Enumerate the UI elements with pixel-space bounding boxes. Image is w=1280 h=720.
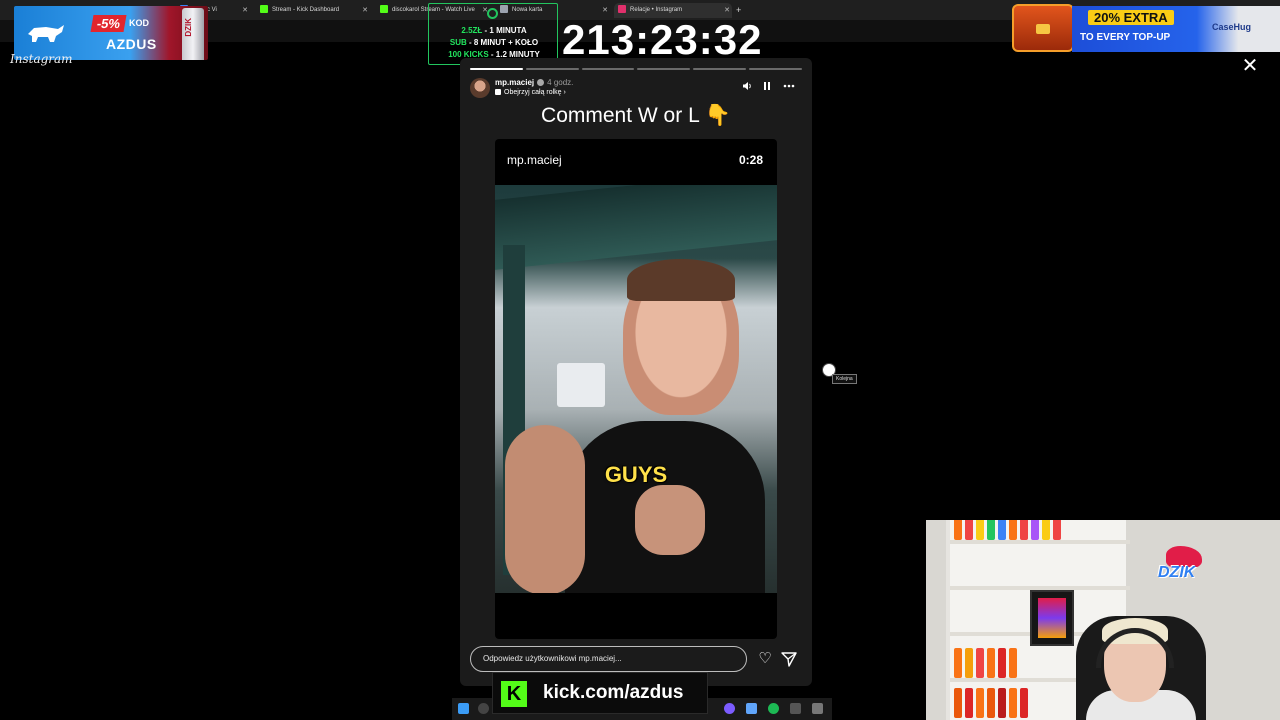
kick-favicon-icon (380, 5, 388, 14)
instagram-logo: Instagram (10, 52, 73, 66)
rate-line: 2.5ZŁ - 1 MINUTA (461, 26, 527, 35)
progress-segment (581, 68, 635, 70)
rate-line: SUB - 8 MINUT + KOŁO (449, 38, 539, 47)
dzik-logo: DZIK (1156, 546, 1212, 586)
mini-fridge (1030, 590, 1074, 646)
video-subtitle: GUYS (604, 462, 668, 487)
more-icon[interactable] (782, 81, 796, 95)
kick-banner: K kick.com/azdus (492, 672, 708, 714)
reel-video-frame: GUYS (495, 185, 777, 593)
truck (557, 363, 605, 407)
promo-kod-label: KOD (129, 18, 149, 28)
tab-close-icon[interactable]: ✕ (362, 3, 368, 18)
person-fist (635, 485, 705, 555)
heart-icon[interactable]: ♡ (756, 650, 774, 668)
energy-drink-can: DZIK (182, 8, 204, 60)
story-progress (470, 68, 802, 70)
bottles-row (954, 520, 1061, 540)
app-icon[interactable] (812, 703, 823, 714)
avatar[interactable] (470, 78, 490, 98)
progress-segment (470, 68, 523, 70)
subathon-timer: 213:23:32 (562, 16, 763, 63)
reply-input[interactable]: Odpowiedz użytkownikowi mp.maciej... (470, 646, 747, 672)
reel-username: mp.maciej (507, 153, 562, 167)
bottles-row (954, 688, 1028, 718)
next-tooltip: Kolejna (832, 374, 857, 384)
kick-url: kick.com/azdus (543, 682, 684, 703)
progress-segment (637, 68, 691, 70)
tab-close-icon[interactable]: ✕ (242, 3, 248, 18)
bull-logo-icon (28, 25, 64, 42)
shelf-board (950, 540, 1130, 544)
progress-segment (693, 68, 747, 70)
story-caption: Comment W or L 👇 (541, 104, 731, 127)
browser-tab[interactable]: Stream - Kick Dashboard ✕ (260, 3, 370, 18)
promo-discount: -5% (90, 15, 127, 32)
webcam-feed: DZIK (926, 520, 1280, 720)
topup-text: TO EVERY TOP-UP (1080, 32, 1171, 43)
story-author[interactable]: mp.maciej 4 godz. (495, 78, 573, 87)
watch-reel-link[interactable]: Obejrzyj całą rolkę › (495, 89, 566, 96)
kick-logo-icon: K (501, 681, 527, 707)
app-icon[interactable] (790, 703, 801, 714)
promo-code: AZDUS (106, 36, 157, 52)
app-icon[interactable] (746, 703, 757, 714)
close-icon[interactable]: ✕ (1240, 56, 1260, 76)
progress-segment (525, 68, 579, 70)
search-icon[interactable] (478, 703, 489, 714)
person-hair (627, 259, 735, 301)
story-time: 4 godz. (547, 78, 574, 87)
instagram-favicon-icon (618, 5, 626, 14)
spotify-icon[interactable] (768, 703, 779, 714)
verified-icon (537, 79, 545, 87)
discord-icon[interactable] (724, 703, 735, 714)
windows-start-icon[interactable] (458, 703, 469, 714)
volume-icon[interactable] (740, 81, 754, 95)
casehug-logo: CaseHug (1212, 22, 1252, 32)
story-viewer: mp.maciej 4 godz. Obejrzyj całą rolkę › C… (460, 58, 812, 686)
clock-icon (487, 8, 498, 19)
person-arm (505, 425, 585, 593)
reel-duration: 0:28 (738, 153, 763, 167)
bonus-badge: 20% EXTRA (1088, 10, 1174, 25)
topup-banner: 20% EXTRA TO EVERY TOP-UP CaseHug (1072, 6, 1280, 52)
reel-icon (495, 89, 501, 96)
treasure-chest-icon (1012, 4, 1074, 52)
send-icon[interactable] (780, 650, 798, 668)
bus-stop-roof (495, 185, 777, 271)
bottles-row (954, 648, 1017, 678)
pause-icon[interactable] (760, 81, 774, 95)
progress-segment (749, 68, 802, 70)
subathon-rates: 2.5ZŁ - 1 MINUTA SUB - 8 MINUT + KOŁO 10… (428, 3, 558, 65)
promo-banner-right: 20% EXTRA TO EVERY TOP-UP CaseHug (1008, 0, 1280, 56)
kick-favicon-icon (260, 5, 268, 14)
reel-preview[interactable]: mp.maciej 0:28 GUYS (495, 139, 777, 639)
